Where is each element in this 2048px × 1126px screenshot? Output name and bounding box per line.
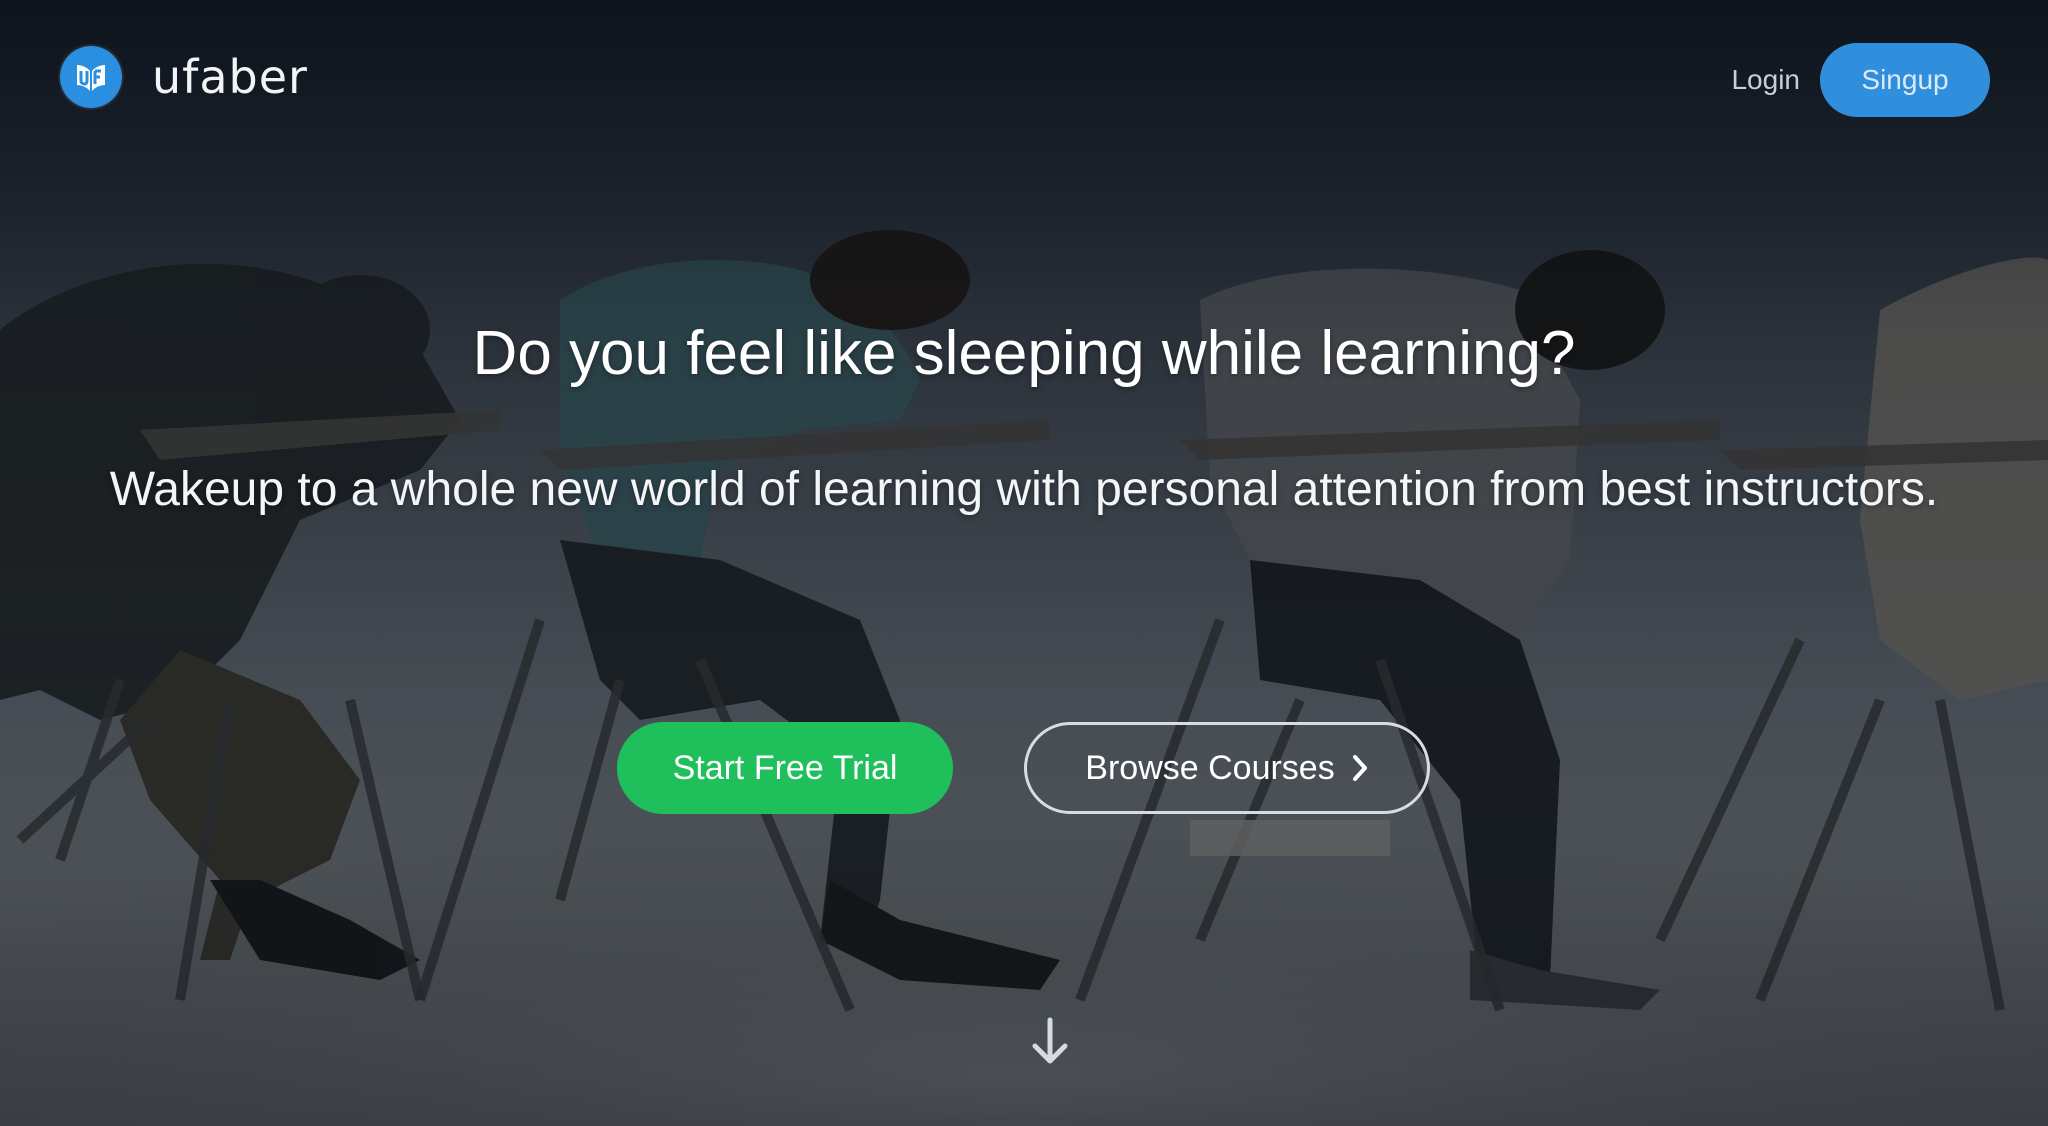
hero-headline: Do you feel like sleeping while learning… [472, 319, 1576, 388]
signup-button[interactable]: Singup [1820, 43, 1990, 117]
start-free-trial-button[interactable]: Start Free Trial [617, 722, 953, 814]
hero-section: ufaber Login Singup Do you feel like sle… [0, 0, 2048, 1126]
scroll-down-button[interactable] [1029, 1016, 1071, 1066]
header-nav: Login Singup [1731, 43, 1990, 117]
browse-courses-label: Browse Courses [1085, 748, 1335, 787]
hero-overlay [0, 0, 2048, 1126]
chevron-right-icon [1352, 755, 1367, 781]
brand-name: ufaber [152, 50, 308, 104]
browse-courses-button[interactable]: Browse Courses [1024, 722, 1430, 814]
ufaber-logo-icon [60, 46, 122, 108]
login-link[interactable]: Login [1731, 64, 1800, 96]
brand-logo[interactable]: ufaber [60, 46, 308, 108]
start-free-trial-label: Start Free Trial [672, 748, 898, 787]
hero-subheadline: Wakeup to a whole new world of learning … [109, 463, 1939, 516]
arrow-down-icon [1032, 1017, 1068, 1064]
site-header: ufaber Login Singup [0, 0, 2048, 160]
cta-row: Start Free Trial Browse Courses [0, 722, 2048, 814]
